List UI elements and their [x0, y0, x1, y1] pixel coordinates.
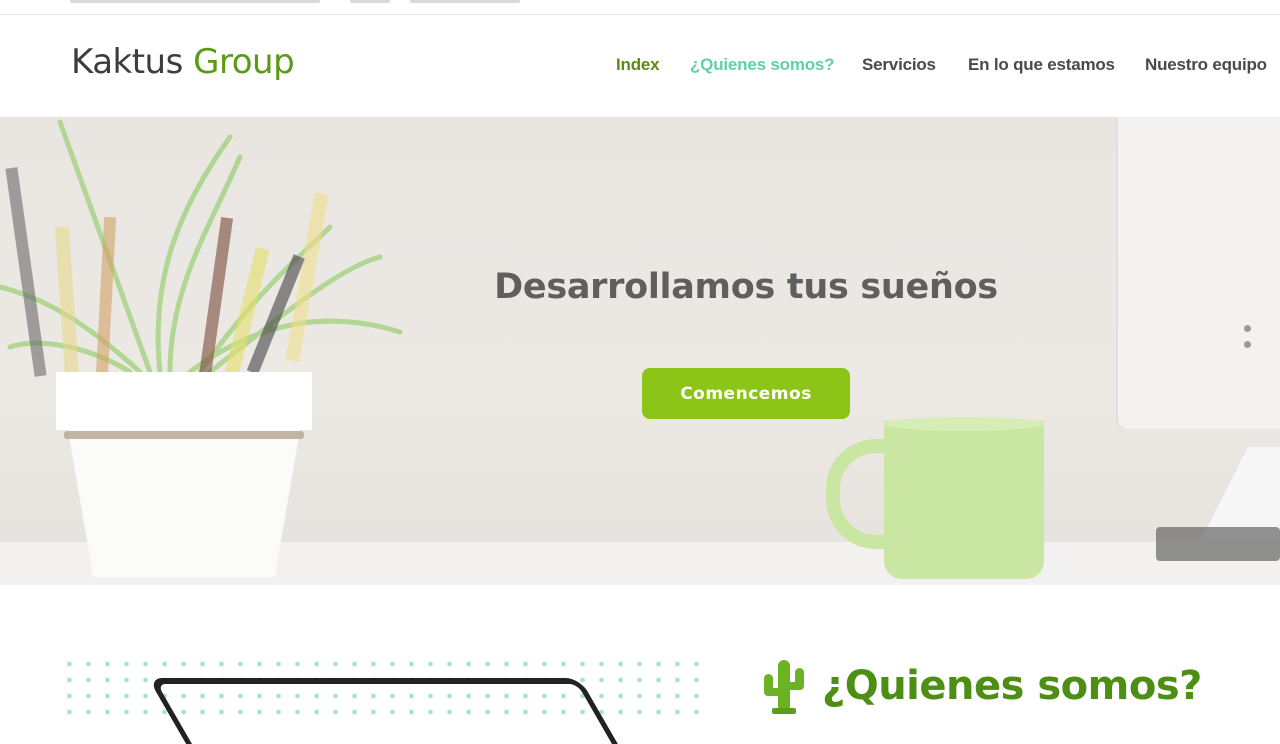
site-header: Kaktus Group Index ¿Quienes somos? Servi…: [0, 15, 1280, 117]
hero-monitor-buttons: [1244, 325, 1254, 355]
green-mug: [884, 421, 1044, 579]
plant-illustration: [0, 119, 403, 377]
pot-twine: [64, 431, 304, 439]
nav-item-nuestro-equipo[interactable]: Nuestro equipo: [1145, 53, 1267, 77]
nav-item-index[interactable]: Index: [616, 53, 660, 77]
plant-pot-rim: [56, 372, 312, 430]
laptop-illustration: [147, 678, 618, 744]
top-bar: [0, 0, 1280, 15]
about-section-heading: ¿Quienes somos?: [760, 652, 1202, 720]
cta-comencemos-button[interactable]: Comencemos: [642, 368, 850, 419]
nav-item-en-lo-que-estamos[interactable]: En lo que estamos: [968, 53, 1115, 77]
hero-keyboard-image: [1156, 527, 1280, 561]
nav-item-quienes-somos[interactable]: ¿Quienes somos?: [690, 53, 835, 77]
hero-title: Desarrollamos tus sueños: [494, 267, 998, 307]
main-nav: Index ¿Quienes somos? Servicios En lo qu…: [0, 53, 1280, 77]
nav-item-servicios[interactable]: Servicios: [862, 53, 936, 77]
hero-banner: Desarrollamos tus sueños Comencemos: [0, 117, 1280, 585]
green-mug-rim: [884, 417, 1044, 431]
cactus-icon: [764, 660, 804, 714]
about-title: ¿Quienes somos?: [822, 663, 1202, 709]
